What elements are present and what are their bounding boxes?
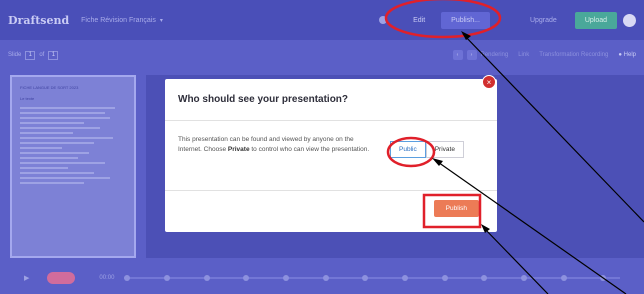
edit-publish-highlight: [384, 0, 502, 39]
arrow-line: [482, 226, 549, 294]
public-highlight: [386, 136, 436, 168]
arrow-head: [481, 224, 490, 233]
arrow-line: [462, 33, 644, 223]
publish-highlight: [422, 193, 482, 229]
annotation-overlay: [384, 0, 644, 294]
